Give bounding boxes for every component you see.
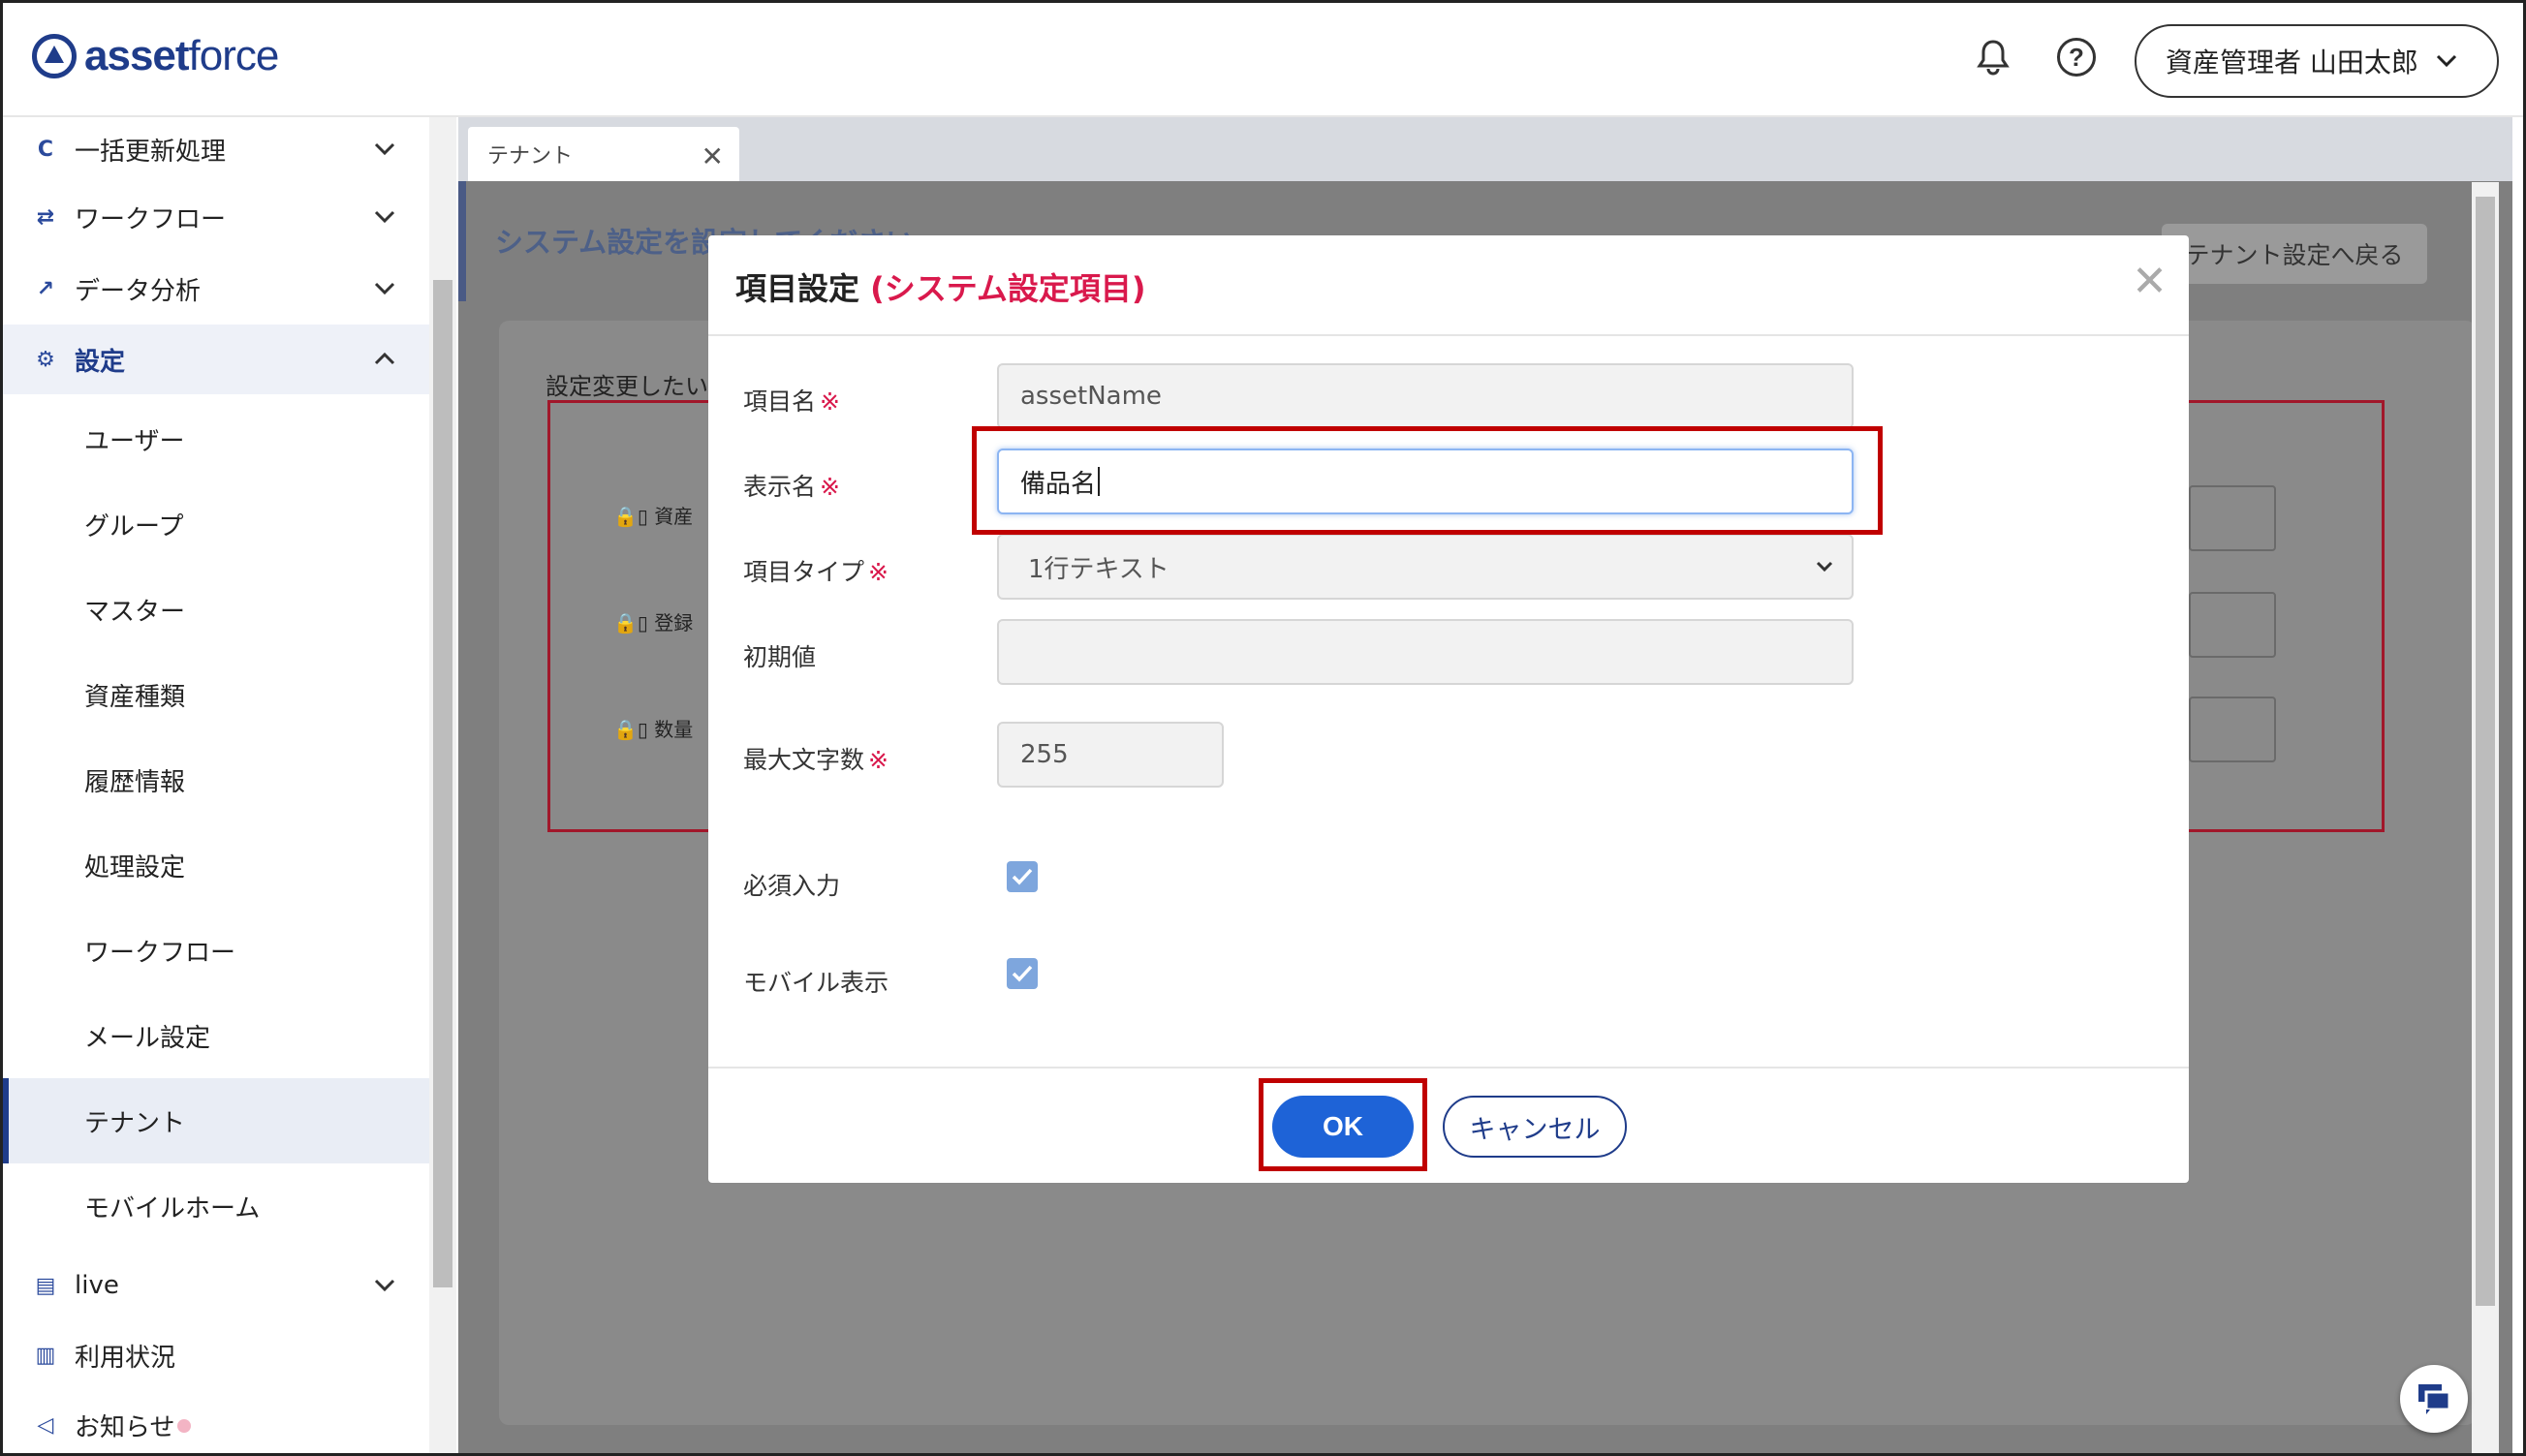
- field-row[interactable]: 🔒▯ 登録: [613, 607, 693, 635]
- check-icon: [1012, 868, 1033, 885]
- sidebar-item-asset-types[interactable]: 資産種類: [3, 652, 429, 737]
- live-chat-button[interactable]: [2400, 1365, 2468, 1433]
- initial-value-input[interactable]: [997, 619, 1854, 685]
- modal-title: 項目設定 (システム設定項目): [735, 270, 1146, 307]
- main-scroll-thumb[interactable]: [2476, 197, 2495, 1306]
- tab-bar: テナント ✕: [458, 117, 2512, 181]
- megaphone-icon: ◁: [37, 1412, 54, 1438]
- tab-tenant[interactable]: テナント ✕: [468, 127, 739, 181]
- display-name-label: 表示名 ※: [743, 473, 840, 501]
- sidebar: C 一括更新処理 ⇄ ワークフロー ↗ データ分析 ⚙ 設定 ユーザー グループ…: [3, 117, 429, 1453]
- chevron-up-icon: [374, 352, 395, 365]
- cancel-button[interactable]: キャンセル: [1443, 1096, 1627, 1158]
- bg-field-input[interactable]: [2189, 697, 2276, 762]
- sidebar-item-tenant[interactable]: テナント: [3, 1078, 429, 1163]
- initial-value-label: 初期値: [743, 643, 817, 671]
- refresh-icon: C: [37, 137, 54, 162]
- logo-mark-icon: [32, 34, 77, 78]
- max-length-input[interactable]: 255: [997, 722, 1224, 788]
- item-name-label: 項目名 ※: [743, 387, 840, 416]
- logo-text: assetforce: [84, 32, 279, 79]
- close-icon[interactable]: ✕: [2132, 257, 2167, 306]
- modal-subtitle: (システム設定項目): [870, 270, 1146, 307]
- mobile-display-checkbox[interactable]: [1007, 958, 1038, 989]
- gear-icon: ⚙: [36, 347, 55, 372]
- sidebar-item-users[interactable]: ユーザー: [3, 396, 429, 481]
- check-icon: [1012, 965, 1033, 982]
- item-name-input[interactable]: assetName: [997, 363, 1854, 429]
- sidebar-scroll-thumb[interactable]: [433, 280, 452, 1287]
- chevron-down-icon: [374, 210, 395, 224]
- sidebar-group-live[interactable]: ▤ live: [3, 1251, 429, 1320]
- chevron-down-icon: [374, 282, 395, 295]
- sidebar-group-settings[interactable]: ⚙ 設定: [3, 325, 429, 394]
- sidebar-item-history[interactable]: 履歴情報: [3, 737, 429, 822]
- app-window: assetforce ? 資産管理者 山田太郎 C 一括更新処理 ⇄ ワークフロ…: [0, 0, 2526, 1456]
- chat-icon: [2418, 1384, 2451, 1414]
- sidebar-group-bulk-update[interactable]: C 一括更新処理: [3, 117, 429, 181]
- sidebar-item-mail-settings[interactable]: メール設定: [3, 993, 429, 1078]
- chevron-down-icon: [374, 142, 395, 156]
- mobile-display-label: モバイル表示: [743, 969, 889, 997]
- modal-footer-divider: [708, 1067, 2189, 1069]
- sidebar-item-workflow[interactable]: ワークフロー: [3, 908, 429, 993]
- sidebar-group-workflow[interactable]: ⇄ ワークフロー: [3, 181, 429, 253]
- sidebar-item-process-settings[interactable]: 処理設定: [3, 822, 429, 908]
- bg-field-input[interactable]: [2189, 485, 2276, 551]
- modal-header-divider: [708, 334, 2189, 336]
- item-type-label: 項目タイプ ※: [743, 558, 889, 586]
- chevron-down-icon: [1816, 561, 1833, 573]
- field-row[interactable]: 🔒▯ 数量: [613, 714, 693, 742]
- sidebar-item-notices[interactable]: ◁ お知らせ: [3, 1390, 429, 1453]
- sidebar-item-usage[interactable]: ▥ 利用状況: [3, 1320, 429, 1390]
- ok-button-highlight: [1259, 1078, 1427, 1171]
- help-circle-icon[interactable]: ?: [2055, 36, 2098, 78]
- assetforce-logo[interactable]: assetforce: [32, 32, 279, 80]
- workflow-icon: ⇄: [36, 204, 55, 230]
- sidebar-item-groups[interactable]: グループ: [3, 481, 429, 567]
- required-checkbox[interactable]: [1007, 861, 1038, 892]
- heading-accent-bar: [458, 181, 466, 301]
- chevron-down-icon: [374, 1279, 395, 1292]
- field-settings-modal: 項目設定 (システム設定項目) ✕ 項目名 ※ assetName 表示名 ※ 備品…: [708, 235, 2189, 1183]
- close-tab-icon[interactable]: ✕: [702, 140, 724, 172]
- user-name: 資産管理者 山田太郎: [2166, 46, 2418, 78]
- back-to-tenant-button[interactable]: テナント設定へ戻る: [2162, 224, 2427, 284]
- bell-icon[interactable]: [1972, 36, 2014, 78]
- display-name-highlight: [972, 426, 1883, 535]
- max-length-label: 最大文字数 ※: [743, 746, 889, 774]
- top-header: assetforce ? 資産管理者 山田太郎: [3, 3, 2523, 117]
- required-label: 必須入力: [743, 872, 841, 900]
- item-type-select[interactable]: 1行テキスト: [997, 534, 1854, 600]
- analytics-icon: ↗: [36, 276, 55, 301]
- chevron-down-icon: [2436, 54, 2456, 68]
- unread-dot: [177, 1419, 191, 1433]
- sidebar-item-mobile-home[interactable]: モバイルホーム: [3, 1163, 429, 1249]
- user-menu-button[interactable]: 資産管理者 山田太郎: [2135, 24, 2499, 98]
- settings-description: 設定変更したい: [546, 373, 708, 400]
- chat-icon: ▤: [35, 1273, 56, 1298]
- sidebar-group-analytics[interactable]: ↗ データ分析: [3, 253, 429, 325]
- bar-chart-icon: ▥: [35, 1343, 56, 1368]
- sidebar-item-master[interactable]: マスター: [3, 567, 429, 652]
- bg-field-input[interactable]: [2189, 592, 2276, 658]
- field-row[interactable]: 🔒▯ 資産: [613, 501, 693, 529]
